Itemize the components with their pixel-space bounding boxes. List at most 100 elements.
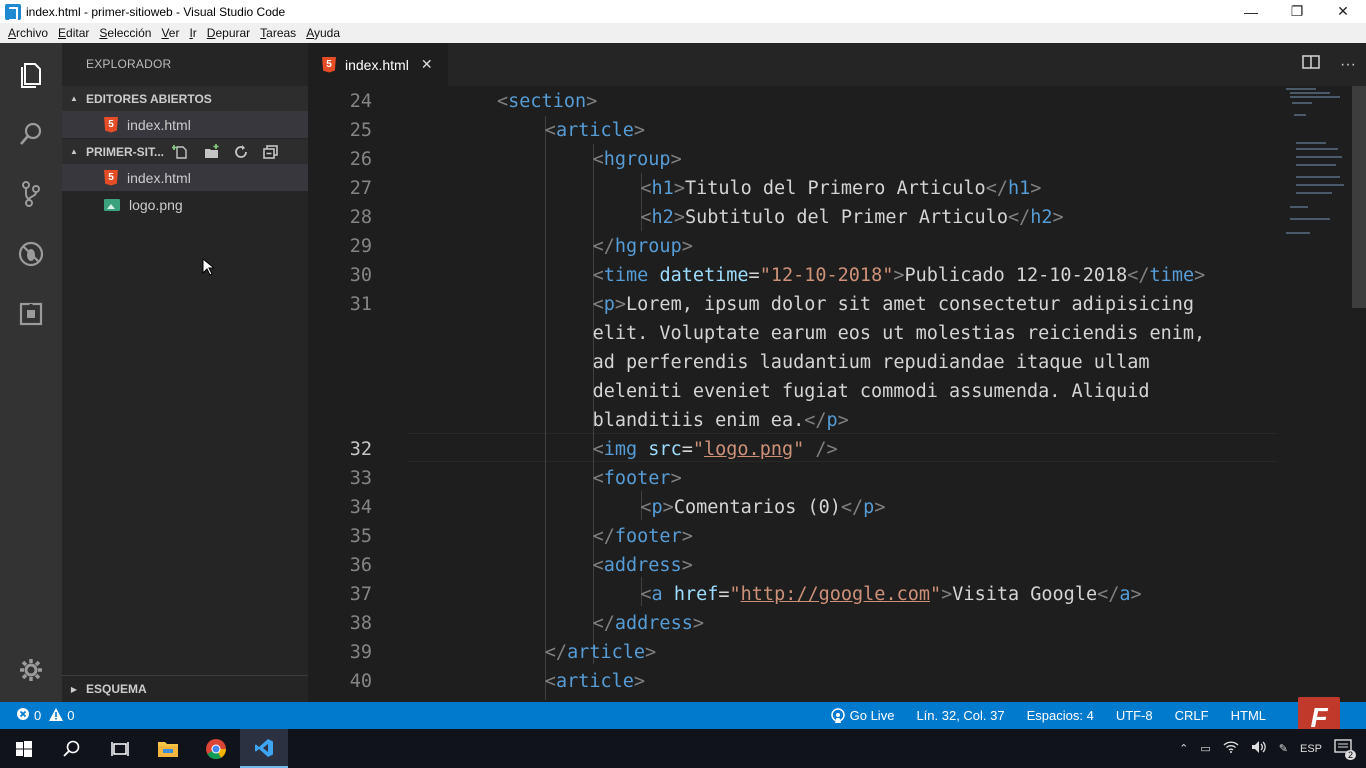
source-control-icon[interactable] [0, 165, 62, 223]
language-mode[interactable]: HTML [1231, 708, 1266, 723]
debug-icon[interactable] [0, 225, 62, 283]
outline-header[interactable]: ▶ ESQUEMA [62, 675, 308, 702]
title-bar: index.html - primer-sitioweb - Visual St… [0, 0, 1366, 23]
chrome-icon[interactable] [192, 729, 240, 768]
extensions-icon[interactable] [0, 285, 62, 343]
code-line[interactable]: 25 <article> [308, 116, 1278, 145]
taskbar-search-icon[interactable] [48, 729, 96, 768]
code-line[interactable]: 31 <p>Lorem, ipsum dolor sit amet consect… [308, 290, 1278, 319]
notifications-button[interactable]: 2 [1334, 739, 1356, 760]
menu-archivo[interactable]: Archivo [3, 26, 53, 40]
refresh-icon[interactable] [232, 144, 250, 160]
wifi-icon[interactable] [1223, 741, 1239, 756]
image-icon [104, 198, 120, 211]
editor-tab-bar: 5 index.html ✕ ··· [308, 43, 1366, 86]
code-line[interactable]: 27 <h1>Titulo del Primero Articulo</h1> [308, 174, 1278, 203]
line-number: 38 [349, 613, 372, 634]
code-line[interactable]: deleniti eveniet fugiat commodi assumend… [308, 377, 1278, 406]
menu-tareas[interactable]: Tareas [255, 26, 301, 40]
minimize-button[interactable]: — [1228, 0, 1274, 23]
code-line[interactable]: 38 </address> [308, 609, 1278, 638]
code-line[interactable]: 37 <a href="http://google.com">Visita Goo… [308, 580, 1278, 609]
vscode-taskbar-icon[interactable] [240, 729, 288, 768]
mouse-cursor-icon [202, 257, 216, 279]
maximize-button[interactable]: ❐ [1274, 0, 1320, 23]
menu-ayuda[interactable]: Ayuda [301, 26, 345, 40]
code-text: </address> [592, 613, 704, 634]
line-number: 36 [349, 555, 372, 576]
code-line[interactable]: 34 <p>Comentarios (0)</p> [308, 493, 1278, 522]
volume-icon[interactable] [1251, 740, 1267, 757]
start-windows-icon[interactable] [0, 729, 48, 768]
indentation[interactable]: Espacios: 4 [1027, 708, 1094, 723]
menu-depurar[interactable]: Depurar [202, 26, 255, 40]
menu-bar: Archivo Editar Selección Ver Ir Depurar … [0, 23, 1366, 43]
code-text: <p>Lorem, ipsum dolor sit amet consectet… [592, 294, 1195, 315]
menu-ir[interactable]: Ir [184, 26, 201, 40]
code-line[interactable]: 26 <hgroup> [308, 145, 1278, 174]
close-window-button[interactable]: ✕ [1320, 0, 1366, 23]
open-editor-item[interactable]: 5 index.html [62, 111, 308, 138]
menu-seleccion[interactable]: Selección [94, 26, 156, 40]
code-line[interactable]: 30 <time datetime="12-10-2018">Publicado … [308, 261, 1278, 290]
more-actions-icon[interactable]: ··· [1340, 56, 1356, 74]
line-number: 29 [349, 236, 372, 257]
code-line[interactable]: blanditiis enim ea.</p> [308, 406, 1278, 435]
vscode-logo-icon [5, 3, 21, 21]
explorer-icon[interactable] [0, 45, 62, 103]
language-indicator[interactable]: ESP [1300, 743, 1322, 755]
code-text: <h2>Subtitulo del Primer Articulo</h2> [640, 207, 1064, 228]
vertical-scrollbar[interactable] [1352, 86, 1366, 308]
code-text: <h1>Titulo del Primero Articulo</h1> [640, 178, 1042, 199]
code-line[interactable]: 29 </hgroup> [308, 232, 1278, 261]
go-live-label: Go Live [849, 708, 895, 723]
menu-editar[interactable]: Editar [53, 26, 94, 40]
error-count: 0 [34, 708, 42, 723]
new-file-icon[interactable] [172, 144, 190, 160]
code-line[interactable]: elit. Voluptate earum eos ut molestias r… [308, 319, 1278, 348]
code-line[interactable]: 35 </footer> [308, 522, 1278, 551]
notification-count: 2 [1344, 750, 1356, 760]
close-tab-icon[interactable]: ✕ [421, 56, 433, 73]
code-line[interactable]: 24 <section> [308, 87, 1278, 116]
new-folder-icon[interactable] [202, 143, 220, 160]
line-number: 35 [349, 526, 372, 547]
code-line[interactable]: ad perferendis laudantium repudiandae it… [308, 348, 1278, 377]
search-icon[interactable] [0, 105, 62, 163]
line-number: 32 [349, 439, 372, 460]
file-item-index[interactable]: 5 index.html [62, 164, 308, 191]
task-view-icon[interactable] [96, 729, 144, 768]
code-editor[interactable]: 24 <section> 25 <article> 26 <hgroup> 27 <h1>Ti… [308, 86, 1366, 702]
encoding[interactable]: UTF-8 [1116, 708, 1153, 723]
code-line[interactable]: 36 <address> [308, 551, 1278, 580]
code-line[interactable]: 39 </article> [308, 638, 1278, 667]
cursor-position[interactable]: Lín. 32, Col. 37 [916, 708, 1004, 723]
code-line[interactable]: 28 <h2>Subtitulo del Primer Articulo</h2> [308, 203, 1278, 232]
code-line[interactable]: 32 <img src="logo.png" /> [308, 435, 1278, 464]
code-text: ad perferendis laudantium repudiandae it… [592, 352, 1150, 373]
pen-icon[interactable]: ✎ [1279, 742, 1288, 755]
open-editors-header[interactable]: ▲ EDITORES ABIERTOS [62, 86, 308, 111]
settings-gear-icon[interactable] [0, 641, 62, 699]
file-label: index.html [127, 169, 191, 186]
project-folder-header[interactable]: ▲ PRIMER-SIT... [62, 139, 308, 164]
collapse-all-icon[interactable] [262, 144, 280, 160]
split-editor-icon[interactable] [1302, 54, 1320, 75]
end-of-line[interactable]: CRLF [1175, 708, 1209, 723]
problems-indicator[interactable]: 0 0 [0, 707, 74, 724]
menu-ver[interactable]: Ver [156, 26, 184, 40]
show-hidden-icons-chevron-icon[interactable]: ⌃ [1179, 742, 1188, 755]
code-line[interactable]: 40 <article> [308, 667, 1278, 696]
code-text: <section> [497, 91, 598, 112]
line-number: 39 [349, 642, 372, 663]
minimap[interactable] [1276, 86, 1346, 246]
code-line[interactable]: 33 <footer> [308, 464, 1278, 493]
device-icon[interactable]: ▭ [1200, 742, 1210, 755]
file-explorer-icon[interactable] [144, 729, 192, 768]
tab-index-html[interactable]: 5 index.html ✕ [308, 43, 448, 86]
file-item-logo[interactable]: logo.png [62, 191, 308, 218]
line-number: 37 [349, 584, 372, 605]
go-live-button[interactable]: Go Live [830, 707, 895, 724]
collapse-triangle-icon: ▲ [70, 94, 78, 103]
line-number: 24 [349, 91, 372, 112]
